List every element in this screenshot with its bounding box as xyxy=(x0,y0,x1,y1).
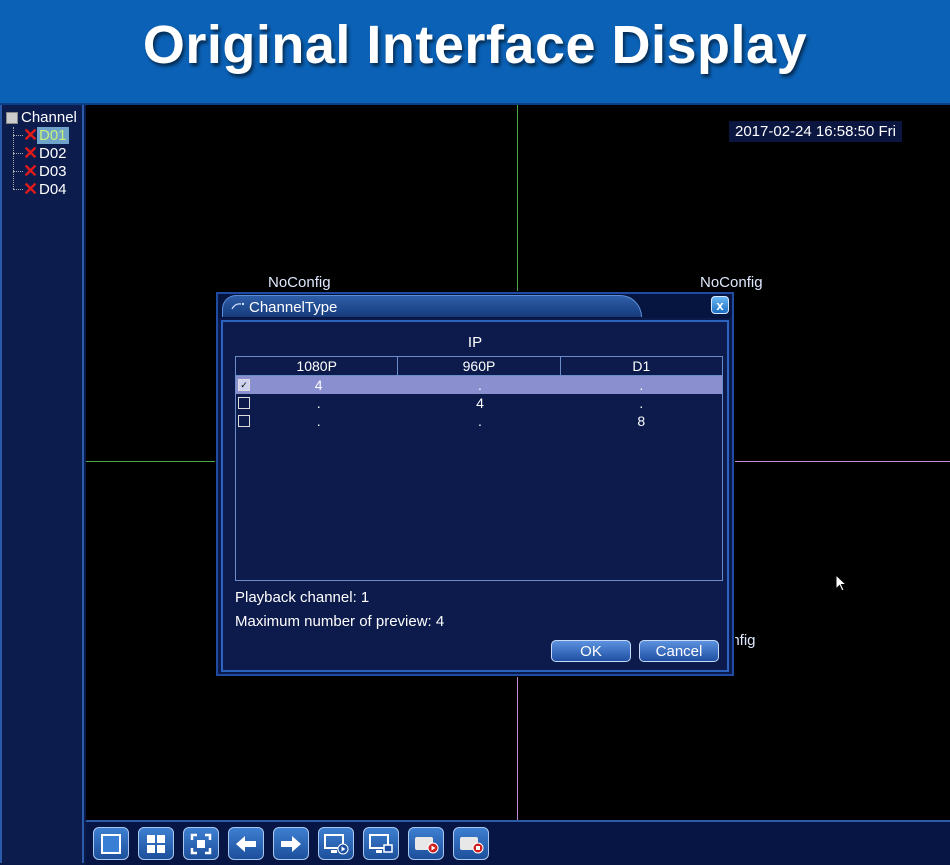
table-header: 1080P 960P D1 xyxy=(236,357,722,376)
table-cell: . xyxy=(316,395,321,411)
tree-item-d02[interactable]: ✕ D02 xyxy=(13,144,69,162)
fullscreen-icon xyxy=(190,833,212,854)
single-view-button[interactable] xyxy=(93,827,129,860)
tree-collapse-icon[interactable] xyxy=(6,111,18,124)
previous-icon xyxy=(236,835,256,852)
close-button[interactable]: x xyxy=(711,296,729,314)
disconnected-icon: ✕ xyxy=(23,125,39,145)
max-preview-text: Maximum number of preview: 4 xyxy=(235,613,445,630)
table-cell: 4 xyxy=(314,377,323,393)
previous-button[interactable] xyxy=(228,827,264,860)
column-header: D1 xyxy=(632,358,651,374)
cancel-label: Cancel xyxy=(655,642,703,660)
dialog-body: IP 1080P 960P D1 ✓ 4 . . . 4 . . . 8 Pla… xyxy=(221,320,729,672)
stop-record-button[interactable] xyxy=(453,827,489,860)
timestamp: 2017-02-24 16:58:50 Fri xyxy=(729,121,902,142)
channel-type-dialog: ChannelType x IP 1080P 960P D1 ✓ 4 . . .… xyxy=(216,292,734,676)
disconnected-icon: ✕ xyxy=(23,179,39,199)
table-row[interactable]: . . 8 xyxy=(236,412,722,430)
table-cell: . xyxy=(316,413,321,429)
table-row[interactable]: ✓ 4 . . xyxy=(236,376,722,394)
table-cell: . xyxy=(478,377,482,393)
disconnected-icon: ✕ xyxy=(23,143,39,163)
cancel-button[interactable]: Cancel xyxy=(639,640,719,662)
table-row[interactable]: . 4 . xyxy=(236,394,722,412)
ok-label: OK xyxy=(580,642,602,660)
table-cell: 4 xyxy=(476,395,484,411)
channel-tree-panel: Channel ✕ D01 ✕ D02 ✕ D03 ✕ D04 xyxy=(0,105,84,863)
table-cell: . xyxy=(639,395,644,411)
table-cell: 8 xyxy=(637,413,646,429)
switch-display-icon xyxy=(369,833,393,853)
playback-button[interactable] xyxy=(318,827,354,860)
quad-view-icon xyxy=(147,834,165,853)
tree-root-label: Channel xyxy=(21,109,77,126)
quad-view-button[interactable] xyxy=(138,827,174,860)
dialog-title-icon xyxy=(231,302,245,310)
stop-record-icon xyxy=(460,836,484,853)
tree-item-d01[interactable]: ✕ D01 xyxy=(13,126,69,144)
column-header: 960P xyxy=(398,357,561,375)
next-icon xyxy=(281,835,301,852)
fullscreen-button[interactable] xyxy=(183,827,219,860)
dialog-title: ChannelType xyxy=(249,299,338,316)
ok-button[interactable]: OK xyxy=(551,640,631,662)
single-view-icon xyxy=(101,833,121,854)
banner-title: Original Interface Display xyxy=(142,15,808,75)
tree-item-d04[interactable]: ✕ D04 xyxy=(13,180,69,198)
table-cell: . xyxy=(478,413,482,429)
tree-item-label: D02 xyxy=(39,144,67,162)
next-button[interactable] xyxy=(273,827,309,860)
banner: Original Interface Display xyxy=(0,0,950,105)
playback-icon xyxy=(324,833,349,854)
tree-item-d03[interactable]: ✕ D03 xyxy=(13,162,69,180)
column-header: 1080P xyxy=(236,357,399,375)
disconnected-icon: ✕ xyxy=(23,161,39,181)
mouse-cursor-icon xyxy=(835,574,848,592)
cell-status-label: NoConfig xyxy=(700,274,763,291)
tree-item-label: D01 xyxy=(37,126,69,144)
tree-root-channel[interactable]: Channel xyxy=(6,109,77,126)
table-cell: . xyxy=(639,377,644,393)
cell-status-label: NoConfig xyxy=(268,274,331,291)
bottom-toolbar xyxy=(86,820,950,865)
record-icon xyxy=(415,836,439,853)
record-button[interactable] xyxy=(408,827,444,860)
playback-channel-text: Playback channel: 1 xyxy=(235,589,370,606)
close-icon: x xyxy=(716,297,724,313)
tree-item-label: D04 xyxy=(39,180,67,198)
group-label: IP xyxy=(467,334,483,351)
tree-item-label: D03 xyxy=(39,162,67,180)
switch-display-button[interactable] xyxy=(363,827,399,860)
channel-type-table: 1080P 960P D1 ✓ 4 . . . 4 . . . 8 xyxy=(235,356,723,581)
dialog-title-tab: ChannelType xyxy=(222,295,642,317)
